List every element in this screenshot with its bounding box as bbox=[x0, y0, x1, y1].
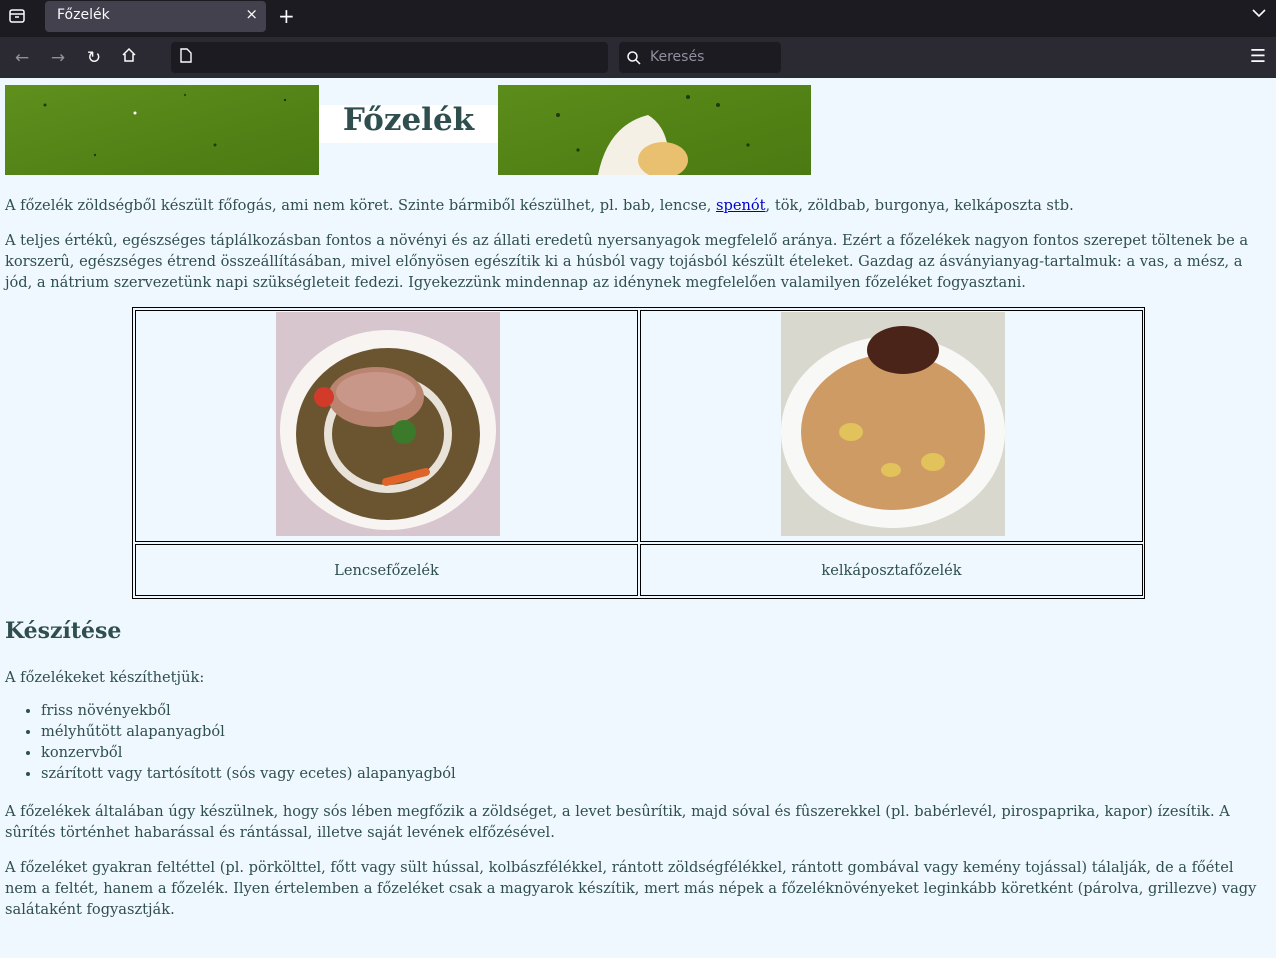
preparation-paragraph: A főzelékek általában úgy készülnek, hog… bbox=[5, 803, 1230, 841]
table-cell-image-cabbage bbox=[640, 310, 1143, 542]
nav-toolbar: ← → ↻ Keresés ☰ bbox=[0, 37, 1276, 78]
lentil-stew-image bbox=[276, 312, 500, 536]
cabbage-stew-image bbox=[781, 312, 1005, 536]
tab-bar: Főzelék × + bbox=[0, 0, 1276, 37]
back-icon[interactable]: ← bbox=[11, 47, 33, 69]
forward-icon[interactable]: → bbox=[47, 47, 69, 69]
spinach-link[interactable]: spenót bbox=[716, 197, 766, 214]
list-intro: A főzelékeket készíthetjük: bbox=[5, 669, 205, 686]
reload-icon[interactable]: ↻ bbox=[83, 47, 105, 69]
banner-image-left bbox=[5, 85, 319, 175]
page-content: Főzelék A főzelék zöldségből készült főf… bbox=[0, 78, 1276, 958]
tab-title: Főzelék bbox=[57, 7, 110, 23]
list-item: mélyhűtött alapanyagból bbox=[41, 721, 456, 742]
chevron-down-icon[interactable] bbox=[1252, 6, 1266, 22]
intro-text-end: , tök, zöldbab, burgonya, kelkáposzta st… bbox=[765, 197, 1074, 214]
food-table: Lencsefőzelék kelkáposztafőzelék bbox=[132, 307, 1145, 599]
serving-paragraph: A főzeléket gyakran feltéttel (pl. pörkö… bbox=[5, 859, 1257, 918]
table-cell-caption-cabbage: kelkáposztafőzelék bbox=[640, 544, 1143, 596]
search-icon bbox=[627, 50, 641, 69]
list-item: konzervből bbox=[41, 742, 456, 763]
home-icon[interactable] bbox=[118, 47, 140, 69]
search-bar[interactable]: Keresés bbox=[619, 42, 781, 73]
banner-image-right bbox=[498, 85, 811, 175]
active-tab[interactable]: Főzelék × bbox=[45, 1, 266, 32]
list-item: szárított vagy tartósított (sós vagy ece… bbox=[41, 763, 456, 784]
nutrition-paragraph: A teljes értékû, egészséges táplálkozásb… bbox=[5, 232, 1249, 291]
cabbage-caption: kelkáposztafőzelék bbox=[821, 562, 962, 579]
hamburger-menu-icon[interactable]: ☰ bbox=[1250, 46, 1266, 67]
table-cell-image-lentil bbox=[135, 310, 638, 542]
intro-text: A főzelék zöldségből készült főfogás, am… bbox=[5, 197, 717, 214]
list-item: friss növényekből bbox=[41, 700, 456, 721]
page-title: Főzelék bbox=[342, 102, 475, 138]
lentil-caption: Lencsefőzelék bbox=[334, 562, 439, 579]
banner: Főzelék bbox=[5, 85, 811, 175]
intro-paragraph: A főzelék zöldségből készült főfogás, am… bbox=[5, 195, 1074, 216]
url-bar[interactable] bbox=[171, 42, 608, 73]
page-icon bbox=[180, 48, 192, 63]
table-cell-caption-lentil: Lencsefőzelék bbox=[135, 544, 638, 596]
close-tab-icon[interactable]: × bbox=[245, 5, 258, 23]
search-placeholder: Keresés bbox=[650, 49, 705, 65]
section-heading: Készítése bbox=[5, 618, 122, 644]
new-tab-button[interactable]: + bbox=[278, 4, 295, 28]
tab-list-icon[interactable] bbox=[8, 6, 30, 26]
banner-title-box: Főzelék bbox=[319, 102, 498, 143]
ingredients-list: friss növényekből mélyhűtött alapanyagbó… bbox=[5, 700, 456, 784]
